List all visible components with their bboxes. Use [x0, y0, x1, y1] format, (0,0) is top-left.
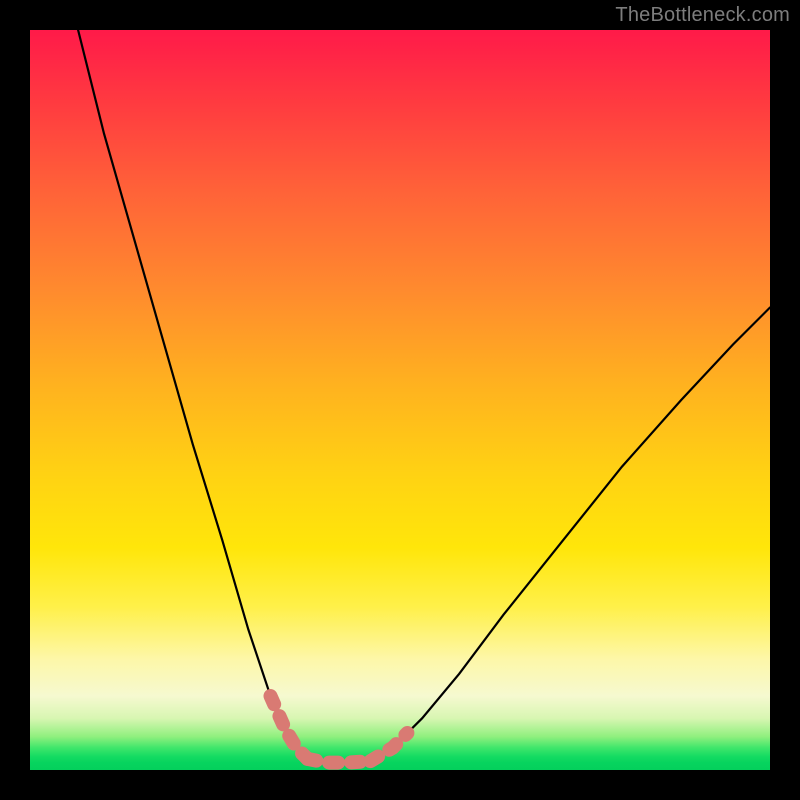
chart-frame: TheBottleneck.com — [0, 0, 800, 800]
curve-layer — [30, 30, 770, 770]
highlight-right — [370, 733, 407, 761]
bottleneck-curve — [78, 30, 770, 763]
watermark-text: TheBottleneck.com — [615, 4, 790, 27]
highlight-floor — [308, 759, 371, 763]
highlight-left — [271, 696, 308, 759]
plot-area — [30, 30, 770, 770]
